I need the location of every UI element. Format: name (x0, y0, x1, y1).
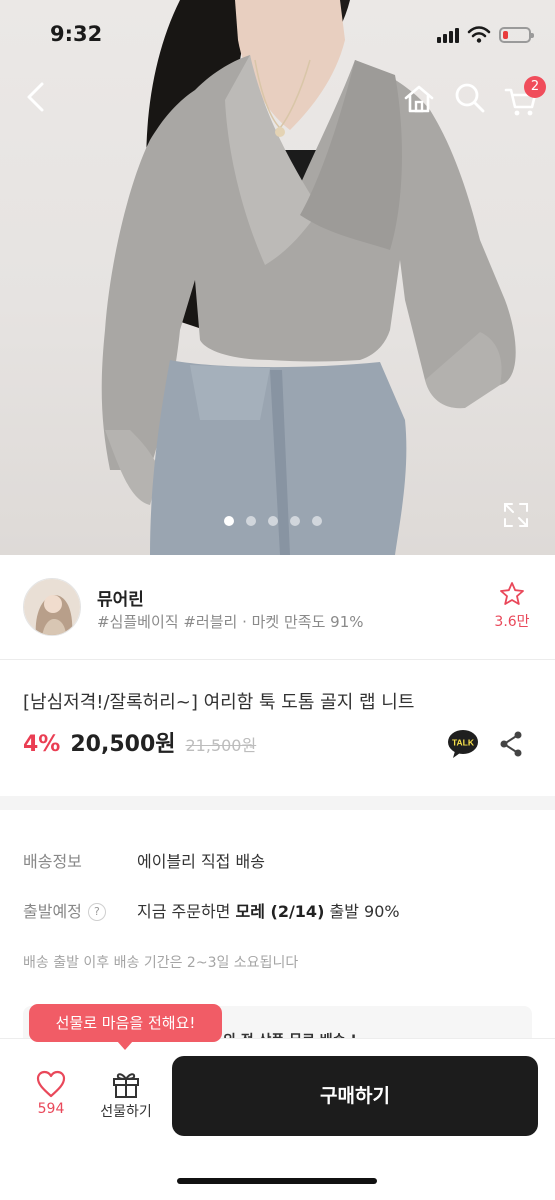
like-button[interactable]: 594 (22, 1069, 80, 1117)
original-price: 21,500원 (185, 736, 257, 755)
heart-icon (36, 1070, 66, 1098)
battery-icon (499, 27, 534, 43)
cart-count-badge: 2 (524, 76, 546, 98)
gift-icon (113, 1073, 139, 1098)
kakao-talk-icon[interactable]: TALK (447, 729, 479, 759)
wifi-icon (467, 26, 491, 43)
favorite-seller-button[interactable]: 3.6만 (488, 581, 536, 631)
sale-price: 20,500원 (70, 732, 176, 757)
help-icon[interactable]: ? (87, 903, 106, 921)
seller-avatar[interactable] (23, 578, 81, 636)
favorite-count: 3.6만 (494, 614, 530, 630)
share-icon[interactable] (498, 730, 524, 758)
section-divider (0, 796, 555, 810)
departure-value: 지금 주문하면 모레 (2/14) 출발 90% (137, 898, 400, 922)
avatar-image (24, 579, 80, 635)
discount-rate: 4% (23, 732, 61, 757)
shipping-info-value: 에이블리 직접 배송 (137, 852, 265, 871)
gallery-dot[interactable] (268, 516, 278, 526)
svg-text:TALK: TALK (452, 738, 475, 748)
seller-name[interactable]: 뮤어린 (97, 585, 144, 610)
back-icon[interactable] (18, 78, 56, 116)
departure-day: 모레 (2/14) (235, 902, 325, 921)
departure-suffix: 출발 90% (329, 902, 400, 921)
seller-tags: #심플베이직 #러블리 · 마켓 만족도 91% (97, 613, 364, 631)
expand-icon[interactable] (503, 502, 529, 528)
departure-label-text: 출발예정 (23, 902, 82, 921)
departure-prefix: 지금 주문하면 (137, 902, 231, 921)
like-count: 594 (37, 1101, 65, 1117)
product-image-gallery[interactable]: 9:32 2 (0, 0, 555, 555)
shipping-info-label: 배송정보 (23, 852, 82, 871)
status-bar: 9:32 (0, 0, 555, 70)
home-indicator (177, 1178, 377, 1184)
gallery-dot[interactable] (224, 516, 234, 526)
seller-section[interactable]: 뮤어린 #심플베이직 #러블리 · 마켓 만족도 91% 3.6만 (0, 555, 555, 660)
star-icon (500, 582, 524, 605)
gift-label: 선물하기 (100, 1104, 152, 1120)
gallery-dot[interactable] (312, 516, 322, 526)
buy-button[interactable]: 구매하기 (172, 1056, 538, 1136)
gallery-pagination (224, 516, 322, 526)
product-title: [남심저격!/잘록허리~] 여리함 툭 도톰 골지 랩 니트 (23, 692, 415, 713)
price-row: 4% 20,500원 21,500원 (23, 726, 256, 758)
gift-button[interactable]: 선물하기 (90, 1069, 162, 1121)
shipping-note: 배송 출발 이후 배송 기간은 2~3일 소요됩니다 (23, 955, 299, 971)
home-icon[interactable] (400, 80, 438, 118)
signal-icon (437, 27, 459, 43)
gallery-dot[interactable] (246, 516, 256, 526)
status-time: 9:32 (50, 22, 103, 46)
departure-label: 출발예정? (23, 898, 106, 922)
status-icons (437, 24, 534, 46)
gift-tooltip: 선물로 마음을 전해요! (29, 1004, 222, 1050)
search-icon[interactable] (452, 80, 488, 116)
bottom-action-bar: 594 선물하기 구매하기 (0, 1038, 555, 1200)
gallery-dot[interactable] (290, 516, 300, 526)
